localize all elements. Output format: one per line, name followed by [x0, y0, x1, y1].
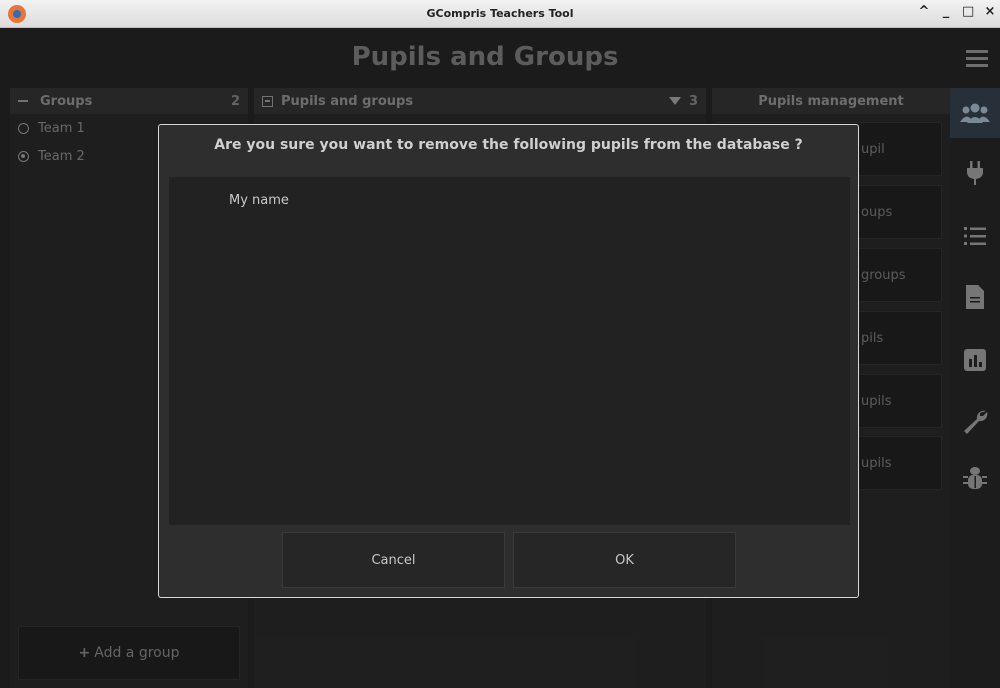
maximize-window-button[interactable]: □: [962, 4, 974, 19]
dialog-question: Are you sure you want to remove the foll…: [214, 137, 803, 153]
remove-pupils-dialog: Are you sure you want to remove the foll…: [158, 124, 859, 598]
close-window-button[interactable]: ×: [984, 4, 996, 19]
window-titlebar: GCompris Teachers Tool ^ _ □ ×: [0, 0, 1000, 28]
ok-button[interactable]: OK: [513, 532, 736, 588]
window-title: GCompris Teachers Tool: [426, 7, 574, 20]
minimize-window-button[interactable]: _: [940, 4, 952, 19]
collapse-window-button[interactable]: ^: [918, 4, 930, 19]
cancel-button[interactable]: Cancel: [282, 532, 505, 588]
window-controls: ^ _ □ ×: [918, 4, 996, 19]
pupil-name: My name: [229, 193, 289, 208]
dialog-pupils-list: My name: [169, 177, 850, 525]
